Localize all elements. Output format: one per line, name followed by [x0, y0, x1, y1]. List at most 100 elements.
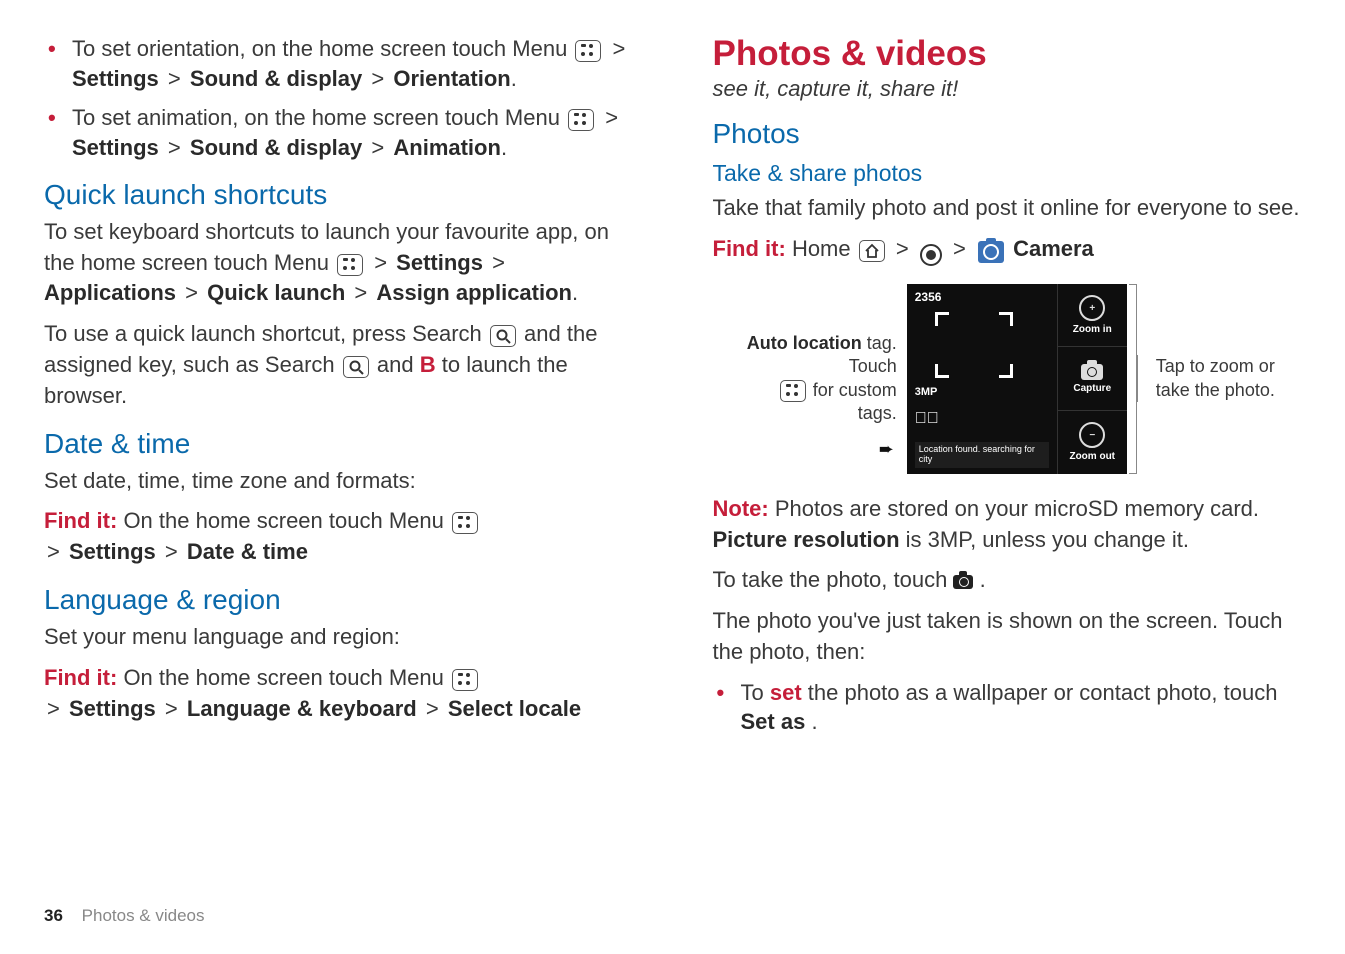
callout-arrow-icon: ➨ — [879, 439, 894, 460]
text: is 3MP, unless you change it. — [906, 527, 1189, 552]
path-assign-app: Assign application — [376, 280, 572, 305]
label: Zoom out — [1069, 451, 1115, 462]
text-set-as: Set as — [741, 709, 806, 734]
text: To set orientation, on the home screen t… — [72, 36, 573, 61]
path-sound-display: Sound & display — [190, 66, 362, 91]
findit-label: Find it: — [44, 665, 117, 690]
date-time-findit: Find it: On the home screen touch Menu >… — [44, 506, 633, 568]
path-settings: Settings — [396, 250, 483, 275]
note-resolution: Note: Photos are stored on your microSD … — [713, 494, 1302, 556]
path-orientation: Orientation — [393, 66, 510, 91]
right-column: Photos & videos see it, capture it, shar… — [713, 34, 1302, 747]
plus-icon: + — [1079, 295, 1105, 321]
take-photo-instruction: To take the photo, touch . — [713, 565, 1302, 596]
text: . — [980, 567, 986, 592]
callout-auto-location: Auto location tag. Touch for custom tags… — [737, 332, 897, 426]
camera-side-controls: + Zoom in Capture − Zoom out — [1057, 284, 1127, 474]
photo-count: 2356 — [915, 290, 942, 304]
heading-quick-launch: Quick launch shortcuts — [44, 179, 633, 211]
text: To set animation, on the home screen tou… — [72, 105, 566, 130]
bullet-orientation: To set orientation, on the home screen t… — [44, 34, 633, 93]
quick-launch-p2: To use a quick launch shortcut, press Se… — [44, 319, 633, 411]
photo-actions-list: To set the photo as a wallpaper or conta… — [713, 678, 1302, 737]
gps-off-icon: ⚡⃠ — [915, 410, 939, 428]
text: the photo as a wallpaper or contact phot… — [808, 680, 1278, 705]
page-number: 36 — [44, 906, 63, 925]
bullet-animation: To set animation, on the home screen tou… — [44, 103, 633, 162]
date-time-p: Set date, time, time zone and formats: — [44, 466, 633, 497]
zoom-out-button[interactable]: − Zoom out — [1058, 411, 1127, 474]
capture-button[interactable]: Capture — [1058, 347, 1127, 411]
path-date-time: Date & time — [187, 539, 308, 564]
text: and — [377, 352, 420, 377]
text: Photos are stored on your microSD memory… — [775, 496, 1259, 521]
label: Capture — [1073, 383, 1111, 394]
text: for custom tags. — [813, 380, 897, 423]
camera-icon — [953, 575, 973, 589]
text: To — [741, 680, 770, 705]
take-share-p: Take that family photo and post it onlin… — [713, 193, 1302, 224]
search-key-icon — [343, 356, 369, 378]
findit-label: Find it: — [713, 236, 786, 261]
photo-shown-p: The photo you've just taken is shown on … — [713, 606, 1302, 668]
text: On the home screen touch Menu — [123, 508, 450, 533]
heading-photos-videos: Photos & videos — [713, 34, 1302, 74]
text: On the home screen touch Menu — [123, 665, 450, 690]
left-column: To set orientation, on the home screen t… — [44, 34, 633, 747]
path-select-locale: Select locale — [448, 696, 581, 721]
text: To use a quick launch shortcut, press Se… — [44, 321, 488, 346]
callout-bracket — [1129, 284, 1137, 474]
menu-grid-icon — [568, 109, 594, 131]
tagline: see it, capture it, share it! — [713, 76, 1302, 102]
search-key-icon — [490, 325, 516, 347]
text: To set keyboard shortcuts to launch your… — [44, 219, 609, 275]
path-applications: Applications — [44, 280, 176, 305]
quick-launch-p1: To set keyboard shortcuts to launch your… — [44, 217, 633, 309]
menu-grid-icon — [452, 512, 478, 534]
path-settings: Settings — [72, 135, 159, 160]
camera-viewfinder: 2356 3MP ⚡⃠ Location found. searching fo… — [907, 284, 1127, 474]
menu-grid-icon — [575, 40, 601, 62]
heading-photos: Photos — [713, 118, 1302, 150]
camera-icon — [1081, 364, 1103, 380]
heading-take-share: Take & share photos — [713, 160, 1302, 187]
note-label: Note: — [713, 496, 769, 521]
key-b: B — [420, 352, 436, 377]
resolution-badge: 3MP — [915, 386, 938, 398]
text-set: set — [770, 680, 802, 705]
camera-label: Camera — [1013, 236, 1094, 261]
camera-screenshot-figure: Auto location tag. Touch for custom tags… — [713, 284, 1302, 474]
focus-brackets-icon — [935, 312, 1013, 378]
findit-label: Find it: — [44, 508, 117, 533]
heading-language-region: Language & region — [44, 584, 633, 616]
label: Zoom in — [1073, 324, 1112, 335]
path-animation: Animation — [393, 135, 501, 160]
home-key-icon — [859, 240, 885, 262]
callout-tap-zoom: Tap to zoom or take the photo. — [1137, 355, 1277, 402]
text: . — [811, 709, 817, 734]
findit-camera: Find it: Home > > Camera — [713, 234, 1302, 266]
text: Home — [792, 236, 857, 261]
path-settings: Settings — [72, 66, 159, 91]
minus-icon: − — [1079, 422, 1105, 448]
path-language-keyboard: Language & keyboard — [187, 696, 417, 721]
language-p: Set your menu language and region: — [44, 622, 633, 653]
path-sound-display: Sound & display — [190, 135, 362, 160]
menu-grid-icon — [452, 669, 478, 691]
text: To take the photo, touch — [713, 567, 954, 592]
orientation-animation-list: To set orientation, on the home screen t… — [44, 34, 633, 163]
menu-grid-icon — [337, 254, 363, 276]
path-settings: Settings — [69, 696, 156, 721]
page-footer: 36 Photos & videos — [44, 906, 205, 926]
path-quick-launch: Quick launch — [207, 280, 345, 305]
bullet-set-as: To set the photo as a wallpaper or conta… — [713, 678, 1302, 737]
zoom-in-button[interactable]: + Zoom in — [1058, 284, 1127, 348]
location-status: Location found. searching for city — [915, 442, 1049, 468]
text: Auto location — [747, 333, 862, 353]
language-findit: Find it: On the home screen touch Menu >… — [44, 663, 633, 725]
text-bold: Picture resolution — [713, 527, 900, 552]
section-name: Photos & videos — [82, 906, 205, 925]
camera-app-icon — [978, 241, 1004, 263]
heading-date-time: Date & time — [44, 428, 633, 460]
path-settings: Settings — [69, 539, 156, 564]
